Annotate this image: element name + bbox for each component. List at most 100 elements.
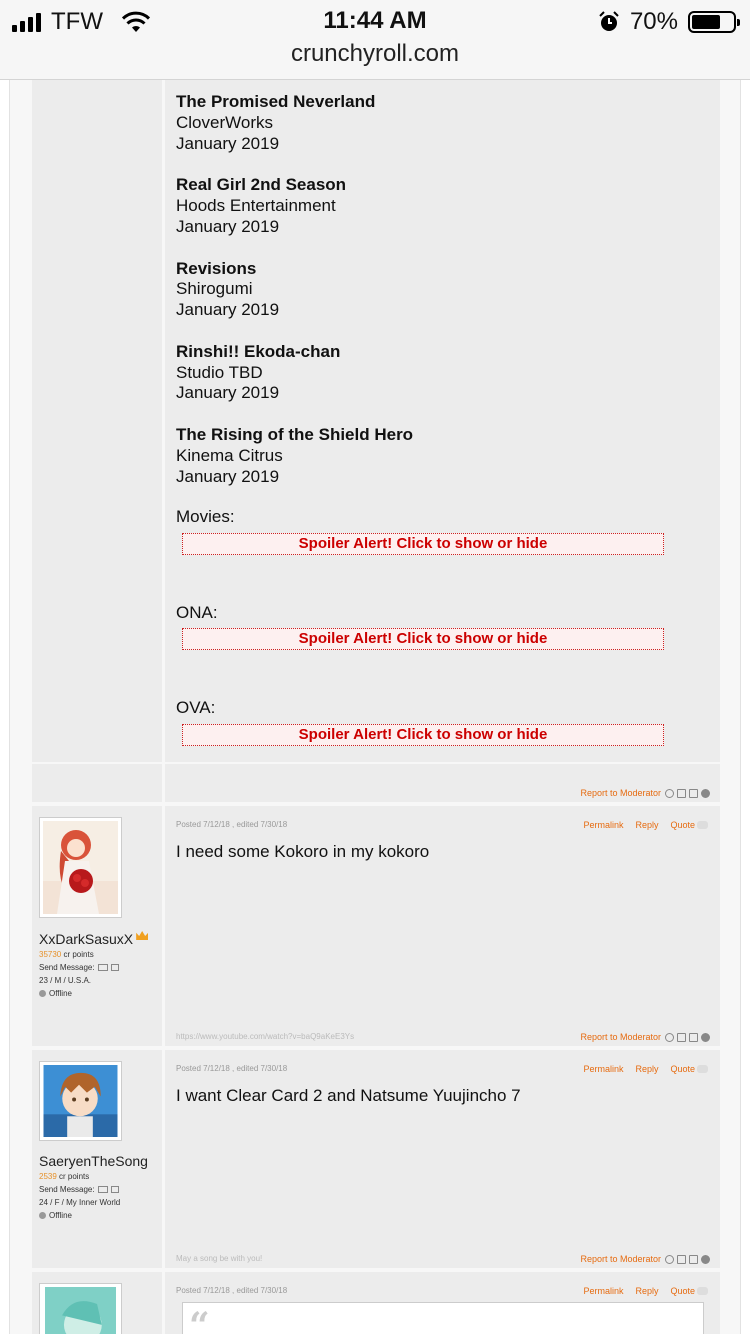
avatar-image — [45, 1287, 116, 1334]
info-icon[interactable] — [665, 1254, 674, 1264]
spoiler-toggle-movies[interactable]: Spoiler Alert! Click to show or hide — [182, 533, 664, 555]
post-content: Posted 7/12/18 , edited 7/30/18 Permalin… — [165, 806, 720, 1046]
copy-icon[interactable] — [677, 1032, 686, 1042]
anime-date: January 2019 — [176, 133, 280, 153]
anime-entry: Rinshi!! Ekoda-chan Studio TBD January 2… — [176, 342, 696, 425]
flag-icon[interactable] — [689, 1254, 698, 1264]
post-footer-actions: Report to Moderator — [580, 788, 710, 798]
post-actions: Permalink Reply Quote — [583, 1286, 708, 1296]
avatar[interactable] — [39, 1061, 122, 1141]
ona-label: ONA: — [176, 603, 218, 622]
anime-title: Rinshi!! Ekoda-chan — [176, 341, 341, 361]
post-date: Posted 7/12/18 , edited 7/30/18 — [176, 1286, 288, 1295]
anime-date: January 2019 — [176, 466, 280, 486]
copy-icon[interactable] — [677, 788, 686, 798]
user-info: 23 / M / U.S.A. — [39, 976, 92, 985]
anime-entry: The Rising of the Shield Hero Kinema Cit… — [176, 425, 696, 508]
anime-entry: Real Girl 2nd Season Hoods Entertainment… — [176, 175, 696, 258]
minus-icon[interactable] — [701, 1254, 710, 1264]
user-panel — [32, 1272, 162, 1334]
quote-block: “ — [182, 1302, 704, 1334]
post-actions: Permalink Reply Quote — [583, 820, 708, 830]
battery-percent: 70% — [629, 8, 678, 35]
cr-points-label: cr points — [61, 950, 94, 959]
edit-icon[interactable] — [110, 964, 119, 972]
user-meta: 2539 cr points Send Message: 24 / F / My… — [39, 1170, 120, 1222]
spoiler-toggle-ova[interactable]: Spoiler Alert! Click to show or hide — [182, 724, 664, 746]
avatar-image — [43, 821, 118, 914]
anime-entry: Revisions Shirogumi January 2019 — [176, 259, 696, 342]
reply-link[interactable]: Reply — [635, 1064, 658, 1074]
anime-date: January 2019 — [176, 383, 280, 403]
anime-date: January 2019 — [176, 216, 280, 236]
quote-link[interactable]: Quote — [670, 1286, 695, 1296]
avatar[interactable] — [39, 817, 122, 918]
flag-icon[interactable] — [689, 1032, 698, 1042]
minus-icon[interactable] — [701, 1032, 710, 1042]
status-bar: TFW 11:44 AM crunchyroll.com 70% — [0, 0, 750, 80]
permalink-link[interactable]: Permalink — [583, 1286, 623, 1296]
post-footer-divider — [32, 762, 720, 764]
send-message-label: Send Message: — [39, 1185, 95, 1194]
anime-title: Real Girl 2nd Season — [176, 175, 347, 195]
quote-link[interactable]: Quote — [670, 1064, 695, 1074]
spoiler-toggle-ona[interactable]: Spoiler Alert! Click to show or hide — [182, 628, 664, 650]
info-icon[interactable] — [665, 788, 674, 798]
forum-post: The Promised Neverland CloverWorks Janua… — [32, 80, 720, 802]
reply-link[interactable]: Reply — [635, 1286, 658, 1296]
send-message-label: Send Message: — [39, 963, 95, 972]
post-body: I want Clear Card 2 and Natsume Yuujinch… — [176, 1086, 521, 1105]
user-info: 24 / F / My Inner World — [39, 1198, 121, 1207]
post-actions: Permalink Reply Quote — [583, 1064, 708, 1074]
user-status: Offline — [49, 989, 72, 998]
quote-link[interactable]: Quote — [670, 820, 695, 830]
flag-icon[interactable] — [689, 788, 698, 798]
post-date: Posted 7/12/18 , edited 7/30/18 — [176, 1064, 288, 1073]
quote-icon[interactable] — [697, 1065, 708, 1073]
crown-icon — [136, 931, 149, 940]
post-body: I need some Kokoro in my kokoro — [176, 842, 430, 861]
mail-icon[interactable] — [97, 964, 108, 972]
avatar[interactable] — [39, 1283, 122, 1334]
anime-studio: Studio TBD — [176, 362, 263, 382]
username[interactable]: XxDarkSasuxX — [39, 931, 161, 947]
edit-icon[interactable] — [110, 1186, 119, 1194]
movies-label: Movies: — [176, 507, 235, 526]
offline-dot-icon — [39, 1212, 46, 1220]
user-panel — [32, 80, 162, 802]
copy-icon[interactable] — [677, 1254, 686, 1264]
signature-link[interactable]: https://www.youtube.com/watch?v=baQ9aKeE… — [176, 1032, 354, 1041]
minus-icon[interactable] — [701, 788, 710, 798]
quote-icon[interactable] — [697, 821, 708, 829]
reply-link[interactable]: Reply — [635, 820, 658, 830]
anime-title: The Promised Neverland — [176, 92, 376, 111]
anime-date: January 2019 — [176, 300, 280, 320]
report-to-moderator-link[interactable]: Report to Moderator — [580, 788, 661, 798]
anime-title: Revisions — [176, 258, 257, 278]
address-bar-url[interactable]: crunchyroll.com — [0, 40, 750, 68]
post-content: Posted 7/12/18 , edited 7/30/18 Permalin… — [165, 1050, 720, 1268]
cr-points: 2539 — [39, 1172, 57, 1181]
report-to-moderator-link[interactable]: Report to Moderator — [580, 1254, 661, 1264]
signature-text: May a song be with you! — [176, 1254, 263, 1263]
username[interactable]: SaeryenTheSong — [39, 1153, 161, 1169]
quote-icon[interactable] — [697, 1287, 708, 1295]
info-icon[interactable] — [665, 1032, 674, 1042]
anime-title: The Rising of the Shield Hero — [176, 425, 414, 445]
cr-points-label: cr points — [56, 1172, 90, 1181]
quote-mark-icon: “ — [189, 1305, 210, 1334]
mail-icon[interactable] — [97, 1186, 108, 1194]
user-status: Offline — [49, 1211, 72, 1220]
anime-studio: Hoods Entertainment — [176, 196, 336, 216]
forum-post: XxDarkSasuxX 35730 cr points Send Messag… — [32, 806, 720, 1046]
ova-label: OVA: — [176, 698, 216, 717]
avatar-image — [43, 1065, 118, 1137]
user-meta: 35730 cr points Send Message: 23 / M / U… — [39, 948, 119, 1000]
cr-points: 35730 — [39, 950, 62, 959]
user-panel: SaeryenTheSong 2539 cr points Send Messa… — [32, 1050, 162, 1268]
permalink-link[interactable]: Permalink — [583, 1064, 623, 1074]
report-to-moderator-link[interactable]: Report to Moderator — [580, 1032, 661, 1042]
anime-list: The Promised Neverland CloverWorks Janua… — [176, 92, 696, 508]
permalink-link[interactable]: Permalink — [583, 820, 623, 830]
post-content: Posted 7/12/18 , edited 7/30/18 Permalin… — [165, 1272, 720, 1334]
